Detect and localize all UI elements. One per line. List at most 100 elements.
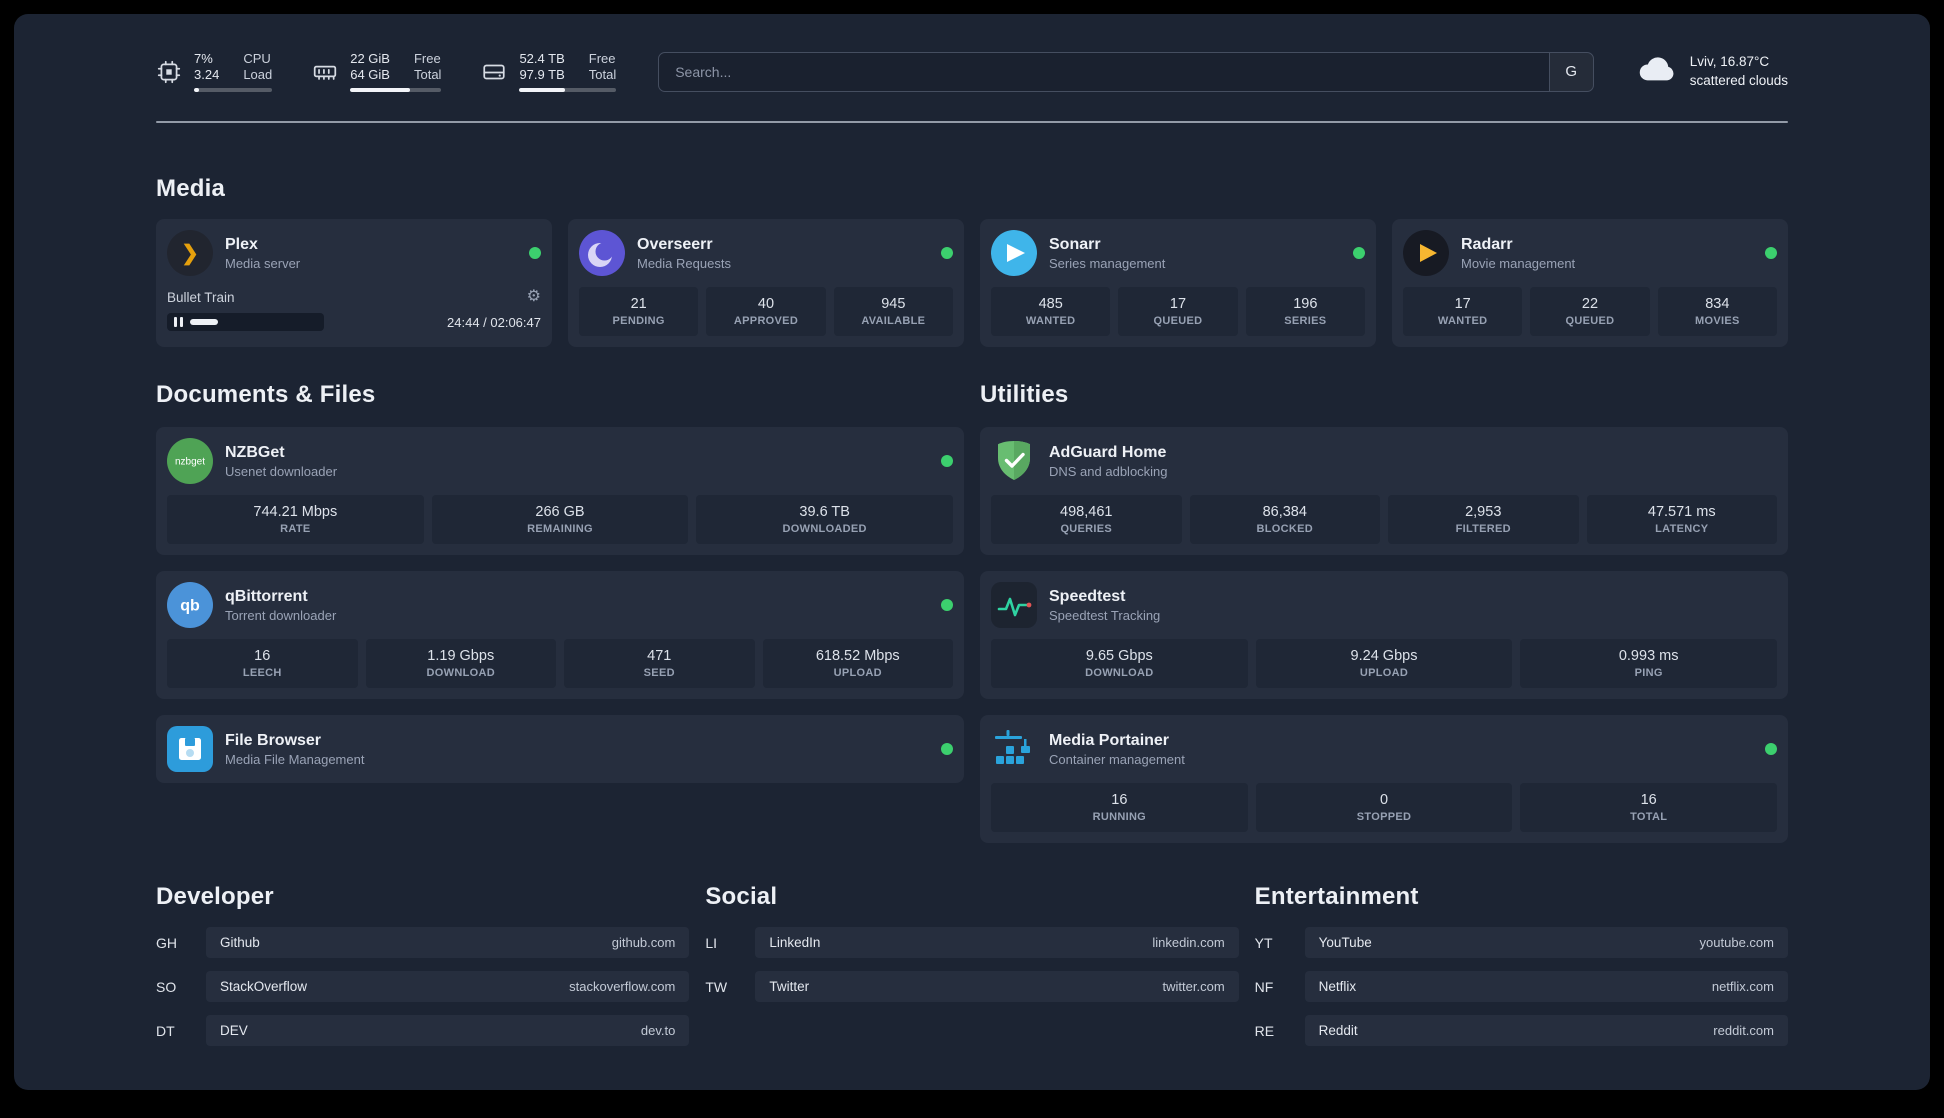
- playback-time: 24:44 / 02:06:47: [447, 314, 541, 330]
- bookmark-abbr: LI: [705, 934, 718, 951]
- service-card-overseerr[interactable]: Overseerr Media Requests 21 PENDING 40 A…: [568, 219, 964, 347]
- seek-bar[interactable]: [167, 313, 325, 331]
- stat-label: RUNNING: [1092, 811, 1147, 823]
- stat-tile: 17 WANTED: [1403, 287, 1523, 336]
- stat-label: APPROVED: [733, 315, 799, 327]
- bookmark-abbr: GH: [156, 934, 177, 951]
- cpu-icon: [156, 59, 182, 85]
- resource-memory: 22 GiB 64 GiB Free Total: [312, 51, 442, 93]
- bookmark-twitter: TW Twitter twitter.com: [705, 971, 1239, 1002]
- bookmark-link[interactable]: StackOverflow stackoverflow.com: [206, 971, 690, 1002]
- memory-icon: [312, 59, 338, 85]
- filebrowser-icon: [167, 726, 213, 772]
- bookmark-netflix: NF Netflix netflix.com: [1255, 971, 1788, 1002]
- dashboard: 7% 3.24 CPU Load 22 GiB 64 GiB Free Tota…: [14, 14, 1930, 1090]
- service-subtitle: Media server: [225, 255, 301, 271]
- search-engine-button[interactable]: G: [1548, 52, 1593, 91]
- service-name: AdGuard Home: [1049, 443, 1167, 461]
- status-dot: [941, 247, 953, 259]
- stat-label: PING: [1634, 667, 1663, 679]
- service-card-portainer[interactable]: Media Portainer Container management 16 …: [980, 715, 1788, 843]
- stat-tile: 39.6 TB DOWNLOADED: [696, 495, 954, 544]
- stat-tile: 0.993 ms PING: [1520, 639, 1778, 688]
- service-card-speedtest[interactable]: Speedtest Speedtest Tracking 9.65 Gbps D…: [980, 571, 1788, 699]
- pause-icon[interactable]: [174, 317, 183, 327]
- stat-tile: 9.65 Gbps DOWNLOAD: [991, 639, 1248, 688]
- stat-value: 1.19 Gbps: [427, 648, 495, 664]
- stat-tile: 1.19 Gbps DOWNLOAD: [365, 639, 556, 688]
- stat-tile: 471 SEED: [564, 639, 755, 688]
- stat-label: LEECH: [242, 667, 282, 679]
- stat-label: QUEUED: [1153, 315, 1203, 327]
- service-subtitle: Media File Management: [225, 751, 365, 767]
- stat-label: DOWNLOAD: [426, 667, 495, 679]
- service-name: Media Portainer: [1049, 731, 1170, 749]
- nzbget-icon: nzbget: [167, 438, 213, 484]
- stat-value: 39.6 TB: [799, 504, 850, 520]
- service-card-filebrowser[interactable]: File Browser Media File Management: [156, 715, 964, 783]
- stat-label: AVAILABLE: [861, 315, 926, 327]
- cpu-load-label: Load: [243, 67, 273, 82]
- stat-label: QUERIES: [1060, 523, 1113, 535]
- bookmark-link[interactable]: Netflix netflix.com: [1304, 971, 1788, 1002]
- bookmark-link[interactable]: Reddit reddit.com: [1304, 1015, 1788, 1046]
- radarr-icon: [1403, 230, 1449, 276]
- resource-cpu: 7% 3.24 CPU Load: [156, 50, 273, 93]
- service-card-sonarr[interactable]: Sonarr Series management 485 WANTED 17 Q…: [980, 219, 1376, 347]
- weather-condition: scattered clouds: [1689, 72, 1788, 88]
- cpu-progress-bar: [194, 88, 273, 93]
- bookmark-abbr: RE: [1254, 1022, 1275, 1039]
- service-card-adguard[interactable]: AdGuard Home DNS and adblocking 498,461 …: [980, 427, 1788, 555]
- stat-label: WANTED: [1025, 315, 1076, 327]
- disk-free-value: 52.4 TB: [519, 50, 565, 66]
- stat-value: 0: [1379, 792, 1389, 808]
- bookmark-link[interactable]: YouTube youtube.com: [1304, 927, 1788, 958]
- stat-value: 618.52 Mbps: [815, 648, 900, 664]
- stat-label: WANTED: [1437, 315, 1488, 327]
- status-dot: [529, 247, 541, 259]
- status-dot: [1353, 247, 1365, 259]
- service-subtitle: Media Requests: [637, 255, 731, 271]
- stat-tile: 744.21 Mbps RATE: [167, 495, 424, 544]
- bookmark-abbr: TW: [705, 978, 728, 995]
- search-bar[interactable]: G: [658, 51, 1594, 92]
- bookmark-abbr: YT: [1254, 934, 1273, 951]
- stat-value: 0.993 ms: [1618, 648, 1679, 664]
- cpu-label: CPU: [243, 50, 271, 66]
- overseerr-icon: [579, 230, 625, 276]
- bookmark-link[interactable]: LinkedIn linkedin.com: [755, 927, 1239, 958]
- section-utilities: Utilities AdGuard Home DNS and adblockin…: [980, 381, 1788, 843]
- stat-tile: 16 RUNNING: [991, 783, 1248, 832]
- service-card-plex[interactable]: ❯ Plex Media server Bullet Train ⚙ 24:44…: [156, 219, 552, 347]
- bookmark-group-social: Social LI LinkedIn linkedin.com TW Twitt…: [705, 883, 1239, 1015]
- cpu-load-value: 3.24: [194, 67, 220, 82]
- service-card-radarr[interactable]: Radarr Movie management 17 WANTED 22 QUE…: [1392, 219, 1788, 347]
- search-input[interactable]: [659, 52, 1549, 91]
- service-name: Plex: [225, 235, 258, 253]
- stat-value: 22: [1581, 296, 1599, 312]
- stat-tile: 22 QUEUED: [1530, 287, 1650, 336]
- weather-widget[interactable]: Lviv, 16.87°C scattered clouds: [1636, 48, 1788, 95]
- bookmark-group-entertainment: Entertainment YT YouTube youtube.com NF …: [1255, 883, 1788, 1059]
- resource-disk: 52.4 TB 97.9 TB Free Total: [481, 50, 617, 93]
- bookmark-youtube: YT YouTube youtube.com: [1255, 927, 1788, 958]
- stat-tile: 47.571 ms LATENCY: [1586, 495, 1777, 544]
- section-title-utilities: Utilities: [980, 381, 1069, 408]
- service-card-nzbget[interactable]: nzbget NZBGet Usenet downloader 744.21 M…: [156, 427, 964, 555]
- bookmark-group-developer: Developer GH Github github.com SO StackO…: [156, 883, 690, 1059]
- bookmark-link[interactable]: Github github.com: [206, 927, 690, 958]
- disk-free-label: Free: [588, 50, 616, 66]
- stat-tile: 196 SERIES: [1245, 287, 1365, 336]
- bookmark-link[interactable]: DEV dev.to: [206, 1015, 690, 1046]
- stat-value: 16: [1111, 792, 1128, 808]
- service-name: NZBGet: [225, 443, 285, 461]
- gear-icon[interactable]: ⚙: [527, 289, 541, 305]
- service-card-qbittorrent[interactable]: qb qBittorrent Torrent downloader 16 LEE…: [156, 571, 964, 699]
- stat-tile: 485 WANTED: [991, 287, 1111, 336]
- stat-value: 16: [1640, 792, 1657, 808]
- stat-label: FILTERED: [1455, 523, 1511, 535]
- bookmark-abbr: DT: [156, 1022, 175, 1039]
- status-dot: [941, 743, 953, 755]
- stat-tile: 0 STOPPED: [1255, 783, 1513, 832]
- bookmark-link[interactable]: Twitter twitter.com: [755, 971, 1239, 1002]
